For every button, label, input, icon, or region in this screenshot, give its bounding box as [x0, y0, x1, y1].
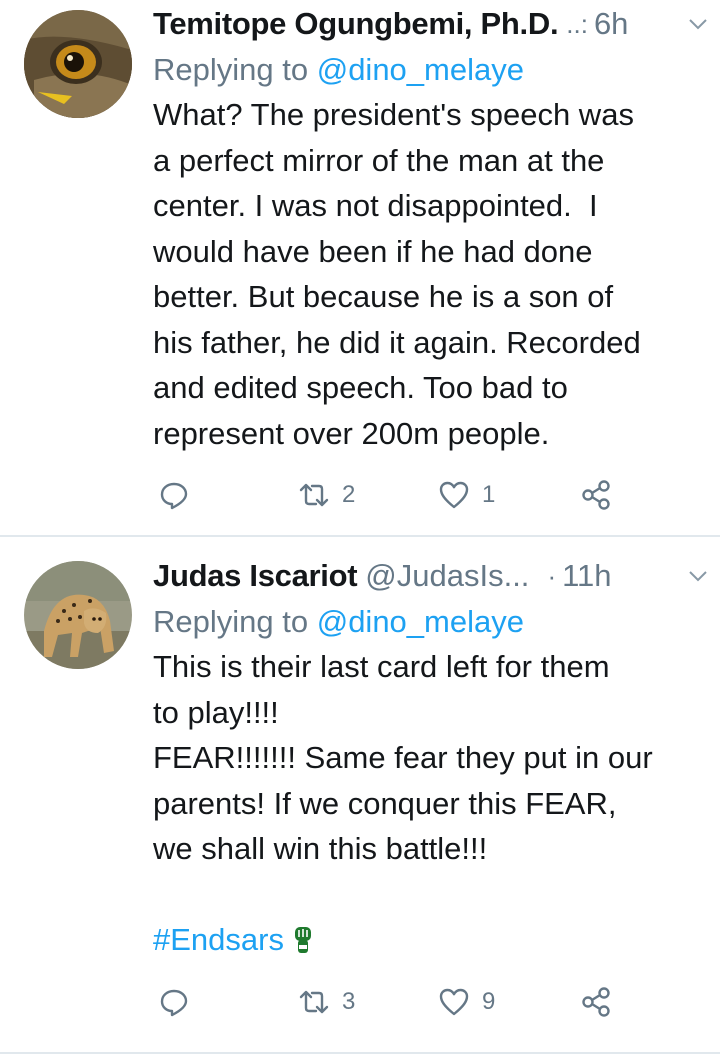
hashtag-line: #Endsars	[153, 917, 700, 963]
timestamp[interactable]: 11h	[562, 552, 611, 600]
share-button[interactable]	[580, 984, 612, 1020]
like-button[interactable]: 9	[438, 984, 495, 1020]
hashtag-link[interactable]: #Endsars	[153, 917, 284, 963]
tweet-text: This is their last card left for them to…	[153, 649, 653, 866]
cheetah-avatar-icon	[24, 561, 132, 669]
raised-fist-emoji-icon	[294, 926, 311, 953]
retweet-count: 3	[342, 988, 356, 1015]
reply-mention-link[interactable]: @dino_melaye	[317, 604, 524, 639]
tweet-actions: 3 9	[158, 984, 638, 1020]
share-button[interactable]	[580, 477, 612, 513]
avatar[interactable]	[24, 10, 132, 118]
reply-button[interactable]	[158, 984, 190, 1020]
eagle-eye-avatar-icon	[24, 10, 132, 118]
tweet-actions: 2 1	[158, 477, 638, 513]
truncation-marker: ..:	[566, 9, 588, 39]
tweet-text: What? The president's speech was a perfe…	[153, 97, 641, 451]
share-icon	[582, 480, 610, 510]
retweet-button[interactable]: 3	[298, 984, 355, 1020]
retweet-icon	[299, 990, 329, 1014]
share-icon	[582, 987, 610, 1017]
retweet-count: 2	[342, 481, 356, 508]
timestamp[interactable]: 6h	[594, 0, 628, 48]
avatar[interactable]	[24, 561, 132, 669]
retweet-icon	[299, 483, 329, 507]
replying-to: Replying to @dino_melaye	[153, 600, 700, 644]
replying-to-label: Replying to	[153, 52, 309, 87]
reply-mention-link[interactable]: @dino_melaye	[317, 52, 524, 87]
tweet-header: Temitope Ogungbemi, Ph.D. ..: 6h	[153, 0, 700, 48]
like-button[interactable]: 1	[438, 477, 495, 513]
author-name[interactable]: Temitope Ogungbemi, Ph.D.	[153, 0, 559, 48]
reply-button[interactable]	[158, 477, 190, 513]
retweet-button[interactable]: 2	[298, 477, 355, 513]
tweet-header: Judas Iscariot @JudasIs... · 11h	[153, 552, 700, 600]
reply-icon	[160, 989, 188, 1017]
replying-to-label: Replying to	[153, 604, 309, 639]
reply-icon	[160, 482, 188, 510]
chevron-down-icon[interactable]	[686, 564, 710, 588]
like-count: 1	[482, 481, 496, 508]
like-icon	[439, 988, 469, 1016]
tweet[interactable]: Temitope Ogungbemi, Ph.D. ..: 6h Replyin…	[0, 0, 720, 536]
replying-to: Replying to @dino_melaye	[153, 48, 700, 92]
separator-dot: ·	[547, 561, 557, 591]
tweet[interactable]: Judas Iscariot @JudasIs... · 11h Replyin…	[0, 537, 720, 1054]
like-count: 9	[482, 988, 496, 1015]
author-name[interactable]: Judas Iscariot	[153, 552, 358, 600]
like-icon	[439, 481, 469, 509]
chevron-down-icon[interactable]	[686, 12, 710, 36]
author-handle[interactable]: @JudasIs...	[365, 552, 529, 600]
